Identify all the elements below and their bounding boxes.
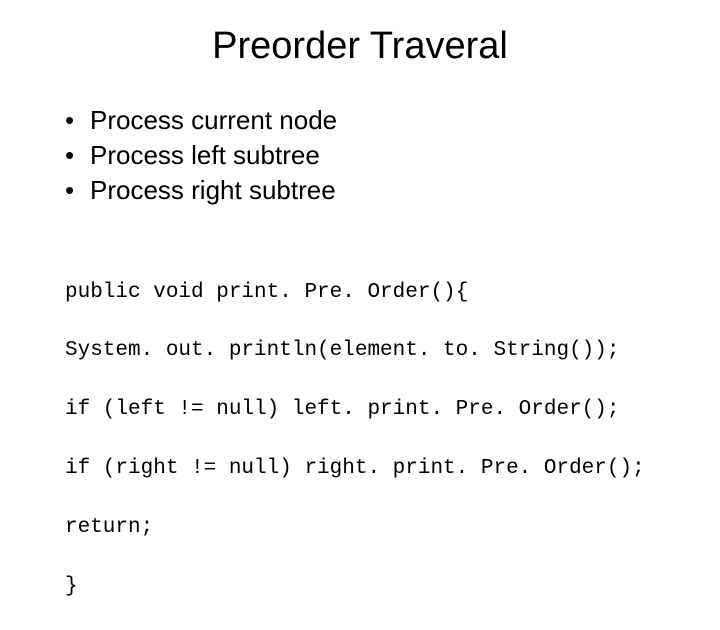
- bullet-item: Process right subtree: [65, 173, 680, 208]
- code-line: System. out. println(element. to. String…: [65, 336, 680, 365]
- code-line: if (right != null) right. print. Pre. Or…: [65, 454, 680, 483]
- code-line: if (left != null) left. print. Pre. Orde…: [65, 395, 680, 424]
- code-line: return;: [65, 513, 680, 542]
- bullet-item: Process left subtree: [65, 138, 680, 173]
- bullet-list: Process current node Process left subtre…: [40, 103, 680, 208]
- code-line: }: [65, 572, 680, 601]
- code-line: public void print. Pre. Order(){: [65, 278, 680, 307]
- slide-title: Preorder Traveral: [40, 25, 680, 68]
- bullet-item: Process current node: [65, 103, 680, 138]
- code-block: public void print. Pre. Order(){ System.…: [40, 248, 680, 630]
